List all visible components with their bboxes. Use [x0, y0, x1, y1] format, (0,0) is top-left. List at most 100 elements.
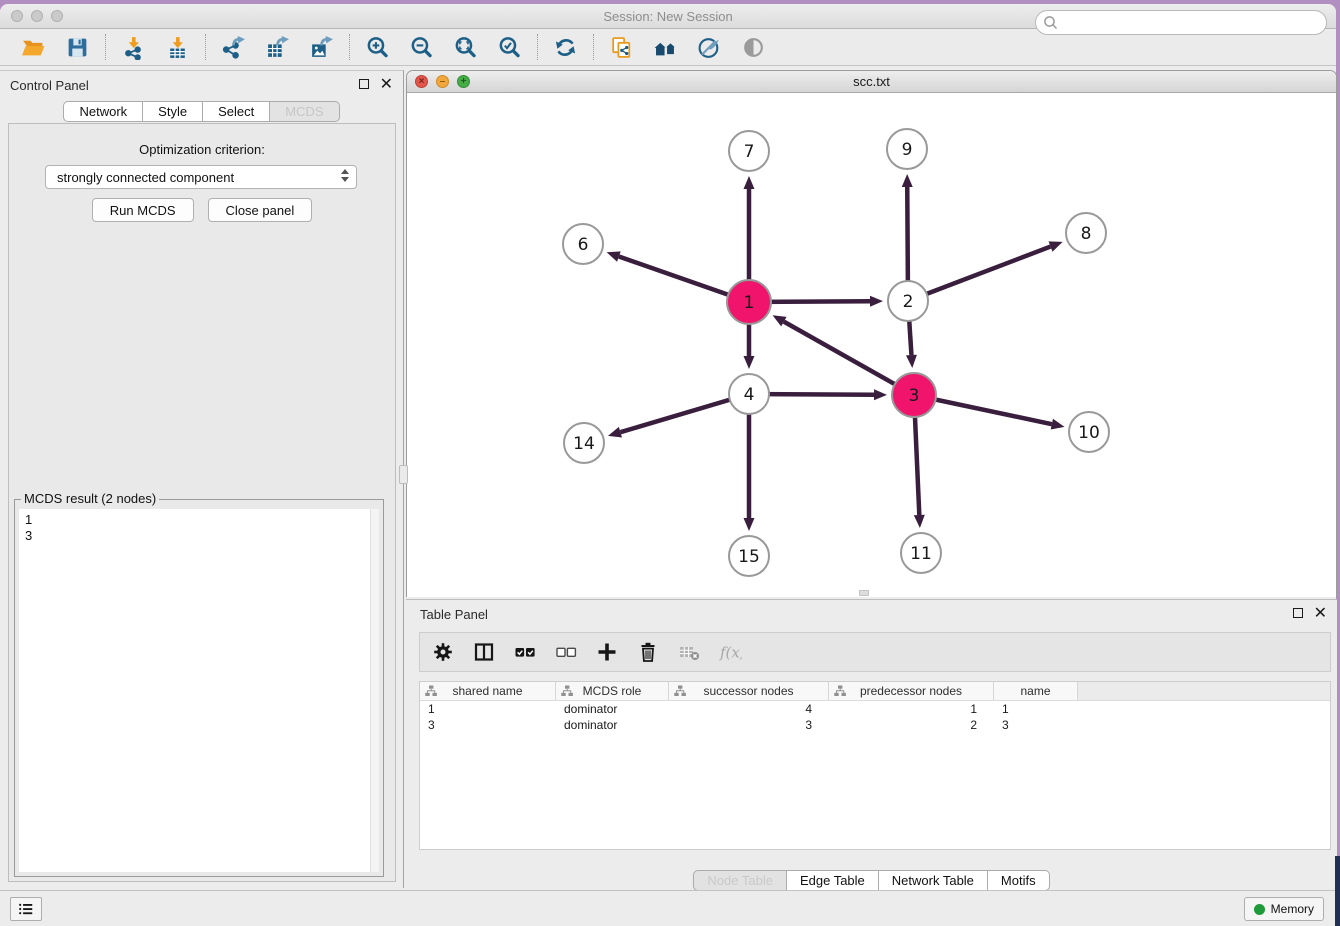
tab-node-table[interactable]: Node Table: [693, 870, 787, 891]
export-image-icon: [309, 35, 334, 60]
zoom-selected-button[interactable]: [496, 34, 523, 61]
close-panel-icon[interactable]: ✕: [380, 77, 393, 91]
export-image-button[interactable]: [308, 34, 335, 61]
deselect-all-icon: [554, 640, 578, 664]
graph-node-label: 2: [903, 292, 914, 312]
graph-node[interactable]: 8: [1066, 213, 1106, 253]
cell-predecessor-nodes: 1: [829, 701, 994, 717]
select-all-button[interactable]: [512, 639, 538, 665]
save-session-button[interactable]: [64, 34, 91, 61]
graph-node[interactable]: 3: [892, 373, 936, 417]
graph-node[interactable]: 9: [887, 129, 927, 169]
duplicate-network-button[interactable]: [608, 34, 635, 61]
tab-motifs[interactable]: Motifs: [988, 870, 1050, 891]
graph-node-label: 7: [744, 142, 755, 162]
canvas-scroll-handle[interactable]: [859, 590, 869, 596]
column-header-MCDS-role[interactable]: MCDS role: [556, 682, 669, 700]
graph-node-label: 1: [744, 293, 755, 313]
task-history-button[interactable]: [10, 897, 42, 921]
graph-edge[interactable]: [914, 395, 1065, 430]
graph-node-label: 15: [738, 547, 760, 567]
memory-button[interactable]: Memory: [1244, 897, 1324, 921]
export-network-button[interactable]: [220, 34, 247, 61]
zoom-fit-button[interactable]: [452, 34, 479, 61]
graph-edge[interactable]: [908, 241, 1063, 301]
graph-node[interactable]: 14: [564, 423, 604, 463]
table-settings-button[interactable]: [430, 639, 456, 665]
tab-edge-table[interactable]: Edge Table: [787, 870, 879, 891]
panel-splitter-grip[interactable]: [399, 465, 408, 484]
import-network-button[interactable]: [120, 34, 147, 61]
graph-edge[interactable]: [608, 394, 749, 437]
graph-node-label: 10: [1078, 423, 1100, 443]
graph-node[interactable]: 11: [901, 533, 941, 573]
tab-network-table[interactable]: Network Table: [879, 870, 988, 891]
tab-network[interactable]: Network: [63, 101, 143, 122]
zoom-fit-icon: [453, 35, 478, 60]
show-style-button[interactable]: [696, 34, 723, 61]
maximize-window-button[interactable]: [51, 10, 63, 22]
graph-node[interactable]: 6: [563, 224, 603, 264]
graph-node[interactable]: 1: [727, 280, 771, 324]
network-canvas[interactable]: 7 9 6 8 1 2 4 3 14 10 15 11: [407, 93, 1336, 597]
status-bar: Memory: [0, 890, 1336, 926]
close-panel-button[interactable]: Close panel: [208, 198, 313, 222]
graph-node[interactable]: 15: [729, 536, 769, 576]
result-scrollbar[interactable]: [370, 509, 379, 872]
network-close-button[interactable]: ×: [415, 75, 428, 88]
refresh-view-icon: [553, 35, 578, 60]
criterion-dropdown-value: strongly connected component: [57, 170, 234, 185]
minimize-window-button[interactable]: [31, 10, 43, 22]
function-builder-icon: f(x): [718, 640, 742, 664]
add-row-button[interactable]: [594, 639, 620, 665]
open-session-button[interactable]: [20, 34, 47, 61]
refresh-view-button[interactable]: [552, 34, 579, 61]
first-neighbors-button[interactable]: [652, 34, 679, 61]
mcds-result-text[interactable]: 1 3: [19, 509, 370, 872]
column-header-predecessor-nodes[interactable]: predecessor nodes: [829, 682, 994, 700]
zoom-in-button[interactable]: [364, 34, 391, 61]
import-table-button[interactable]: [164, 34, 191, 61]
column-header-shared-name[interactable]: shared name: [420, 682, 556, 700]
graph-node-label: 9: [902, 140, 913, 160]
graph-edge[interactable]: [773, 315, 914, 395]
column-header-name[interactable]: name: [994, 682, 1078, 700]
cell-shared-name: 3: [420, 717, 556, 733]
graph-node-label: 8: [1081, 224, 1092, 244]
toggle-graphics-button[interactable]: [740, 34, 767, 61]
show-columns-button[interactable]: [471, 639, 497, 665]
deselect-all-button[interactable]: [553, 639, 579, 665]
tab-mcds[interactable]: MCDS: [270, 101, 339, 122]
graph-node[interactable]: 2: [888, 281, 928, 321]
cell-MCDS-role: dominator: [556, 701, 669, 717]
select-all-icon: [513, 640, 537, 664]
run-mcds-button[interactable]: Run MCDS: [92, 198, 194, 222]
control-panel-title: Control Panel: [10, 78, 89, 93]
tab-style[interactable]: Style: [143, 101, 203, 122]
tab-select[interactable]: Select: [203, 101, 270, 122]
float-panel-icon[interactable]: [359, 79, 369, 89]
memory-label: Memory: [1271, 902, 1314, 916]
network-window-controls: × – +: [415, 75, 470, 88]
close-window-button[interactable]: [11, 10, 23, 22]
table-row[interactable]: 1dominator411: [420, 701, 1330, 717]
search-input[interactable]: [1059, 13, 1322, 33]
import-network-icon: [121, 35, 146, 60]
column-header-successor-nodes[interactable]: successor nodes: [669, 682, 829, 700]
delete-row-button[interactable]: [635, 639, 661, 665]
cell-successor-nodes: 3: [669, 717, 829, 733]
export-table-button[interactable]: [264, 34, 291, 61]
float-table-panel-icon[interactable]: [1293, 608, 1303, 618]
network-minimize-button[interactable]: –: [436, 75, 449, 88]
close-table-panel-icon[interactable]: ✕: [1314, 606, 1327, 620]
delete-table-button: [676, 639, 702, 665]
toggle-graphics-icon: [741, 35, 766, 60]
network-maximize-button[interactable]: +: [457, 75, 470, 88]
network-title: scc.txt: [407, 71, 1336, 92]
criterion-dropdown[interactable]: strongly connected component: [45, 165, 357, 189]
zoom-out-button[interactable]: [408, 34, 435, 61]
table-row[interactable]: 3dominator323: [420, 717, 1330, 733]
graph-node[interactable]: 10: [1069, 412, 1109, 452]
graph-node[interactable]: 4: [729, 374, 769, 414]
graph-node[interactable]: 7: [729, 131, 769, 171]
